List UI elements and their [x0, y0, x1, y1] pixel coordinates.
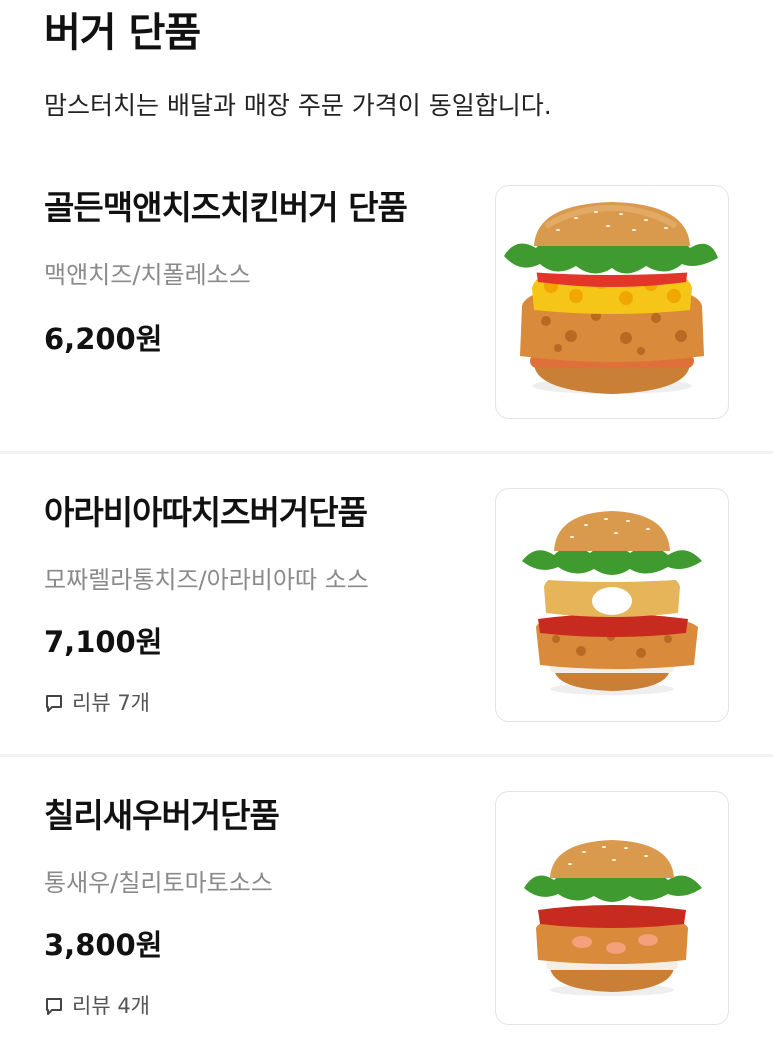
- menu-item-name: 골든맥앤치즈치킨버거 단품: [44, 188, 408, 227]
- menu-item-name: 아라비아따치즈버거단품: [44, 493, 368, 532]
- menu-item-description: 통새우/칠리토마토소스: [44, 869, 273, 897]
- golden-mac-cheese-chicken-burger-image: [504, 202, 718, 394]
- comment-icon: [46, 695, 62, 712]
- section-divider: [0, 451, 773, 454]
- menu-item-image[interactable]: [495, 791, 729, 1025]
- menu-item-name: 칠리새우버거단품: [44, 796, 280, 835]
- arrabbiata-cheese-burger-image: [522, 511, 702, 695]
- review-count[interactable]: 리뷰 4개: [44, 991, 150, 1021]
- menu-item-image[interactable]: [495, 488, 729, 722]
- review-count-label: 리뷰 4개: [72, 994, 150, 1018]
- menu-item-price: 3,800원: [44, 928, 163, 962]
- section-title: 버거 단품: [44, 10, 201, 56]
- comment-icon: [46, 998, 62, 1015]
- menu-page: 버거 단품 맘스터치는 배달과 매장 주문 가격이 동일합니다. 골든맥앤치즈치…: [0, 0, 773, 1048]
- menu-item-description: 모짜렐라통치즈/아라비아따 소스: [44, 566, 369, 594]
- review-count[interactable]: 리뷰 7개: [44, 688, 150, 718]
- menu-item[interactable]: 칠리새우버거단품 통새우/칠리토마토소스 3,800원 리뷰 4개: [0, 766, 773, 1048]
- menu-item-image[interactable]: [495, 185, 729, 419]
- menu-item[interactable]: 아라비아따치즈버거단품 모짜렐라통치즈/아라비아따 소스 7,100원 리뷰 7…: [0, 463, 773, 753]
- section-divider: [0, 754, 773, 757]
- menu-item-price: 6,200원: [44, 322, 163, 356]
- price-notice: 맘스터치는 배달과 매장 주문 가격이 동일합니다.: [44, 91, 552, 120]
- chili-shrimp-burger-image: [524, 840, 702, 996]
- menu-item[interactable]: 골든맥앤치즈치킨버거 단품 맥앤치즈/치폴레소스 6,200원: [0, 160, 773, 450]
- menu-item-description: 맥앤치즈/치폴레소스: [44, 261, 251, 289]
- menu-item-price: 7,100원: [44, 625, 163, 659]
- review-count-label: 리뷰 7개: [72, 691, 150, 715]
